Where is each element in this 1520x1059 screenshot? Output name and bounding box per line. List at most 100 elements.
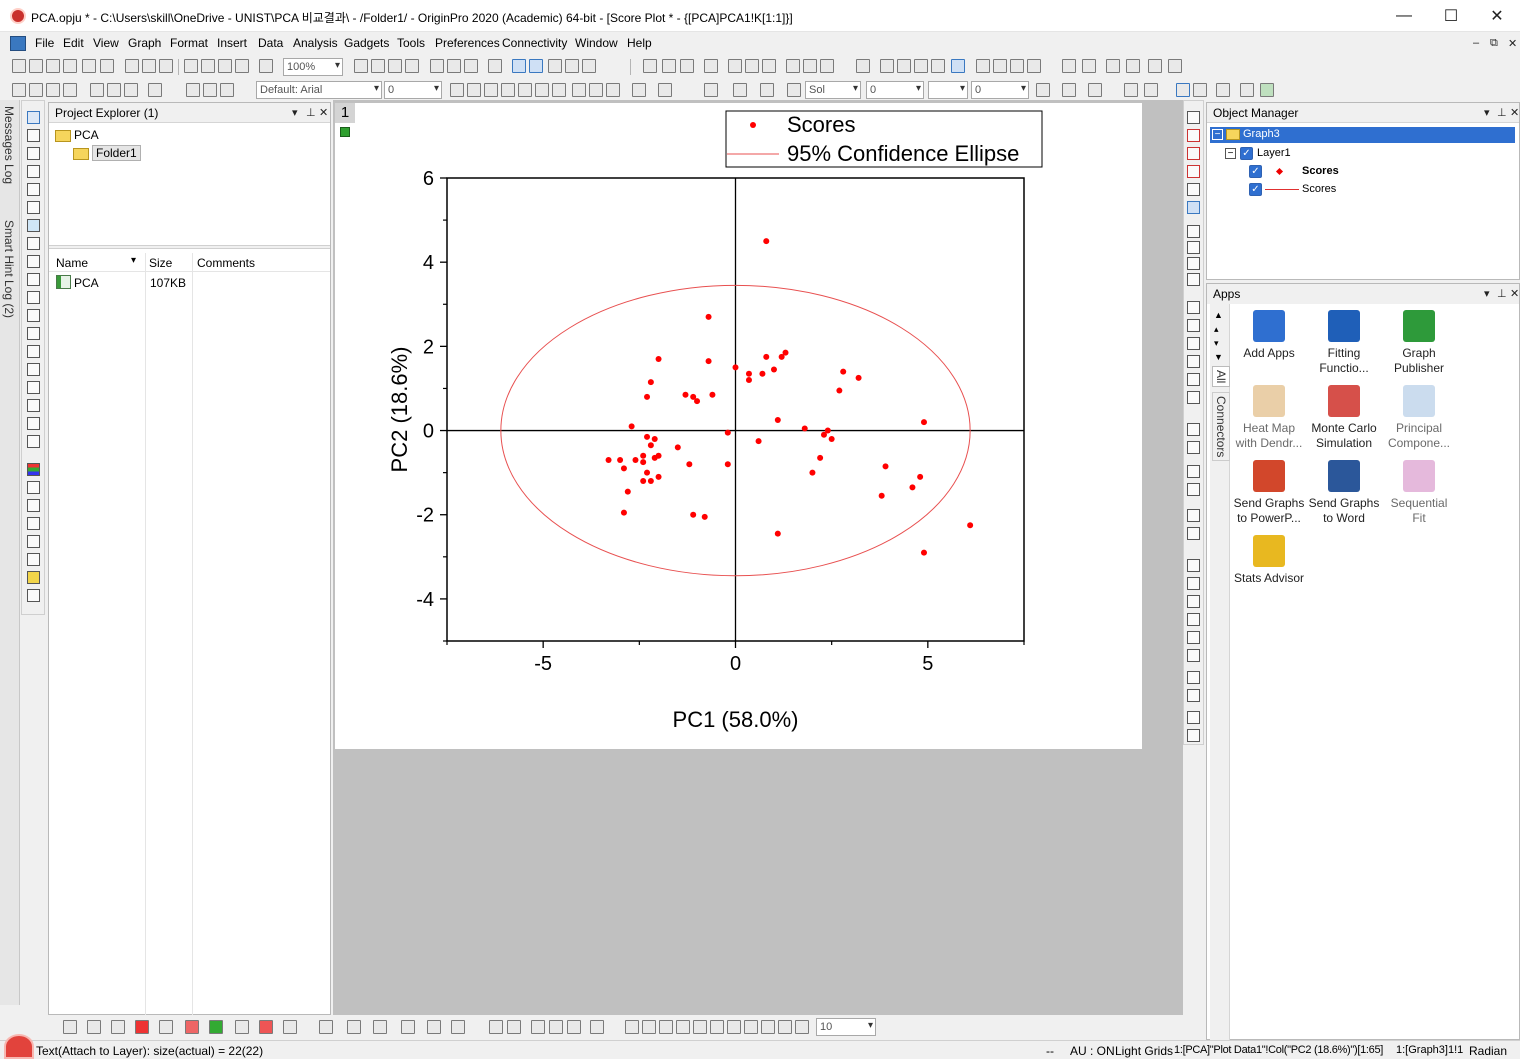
rectangle-tool-icon[interactable]: [27, 345, 40, 358]
mdi-minimize-button[interactable]: –: [1473, 37, 1479, 49]
print-icon[interactable]: [354, 59, 368, 73]
insert-image-icon[interactable]: [27, 399, 40, 412]
app-heat-map[interactable]: Heat Map with Dendr...: [1231, 385, 1307, 451]
reader-j-icon[interactable]: [778, 1020, 792, 1034]
scroll-down-icon-2[interactable]: ▼: [1214, 352, 1223, 362]
subscript-icon[interactable]: [518, 83, 532, 97]
move-to-last-icon[interactable]: [1027, 59, 1041, 73]
status-autoupdate[interactable]: AU : ON: [1070, 1044, 1115, 1058]
pattern-select[interactable]: [928, 81, 968, 99]
scroll-up-icon-2[interactable]: ▴: [1214, 324, 1219, 335]
front-icon[interactable]: [1187, 671, 1200, 684]
arrange-layers-icon[interactable]: [401, 1020, 415, 1034]
status-grids[interactable]: Light Grids: [1115, 1044, 1173, 1058]
line-style-select[interactable]: Sol: [805, 81, 861, 99]
refresh-graph-icon[interactable]: [1187, 183, 1200, 196]
new-legend-icon[interactable]: [27, 517, 40, 530]
polar-plot-icon[interactable]: [235, 1020, 249, 1034]
rescale-icon[interactable]: [1187, 111, 1200, 124]
filter-icon[interactable]: [786, 59, 800, 73]
pin-icon[interactable]: ⊥: [306, 106, 316, 119]
tree-plot-node-scatter[interactable]: ✓ Scores: [1249, 164, 1449, 180]
zoom-in-icon[interactable]: [27, 129, 40, 142]
rescale-y-icon[interactable]: [1187, 147, 1200, 160]
worksheet-template-icon[interactable]: [29, 83, 43, 97]
line-plot-icon[interactable]: [728, 59, 742, 73]
axis-bottom-icon[interactable]: [1187, 319, 1200, 332]
scale-in-icon[interactable]: [549, 1020, 563, 1034]
layer-fill-icon[interactable]: [451, 1020, 465, 1034]
column-statistics-icon[interactable]: [662, 59, 676, 73]
arrow-tool-icon[interactable]: [27, 309, 40, 322]
object-manager-toggle-icon[interactable]: [512, 59, 526, 73]
paste-icon[interactable]: [220, 83, 234, 97]
scale-out-icon[interactable]: [567, 1020, 581, 1034]
tree-plot-node-line[interactable]: ✓ Scores: [1249, 182, 1449, 198]
layer-2-icon[interactable]: [1187, 241, 1200, 254]
magnifier-icon[interactable]: [531, 1020, 545, 1034]
messages-log-tab[interactable]: Messages Log: [2, 106, 16, 184]
status-angle-unit[interactable]: Radian: [1469, 1044, 1507, 1058]
apps-icon[interactable]: [548, 59, 562, 73]
reader-g-icon[interactable]: [727, 1020, 741, 1034]
scatter-plot-icon[interactable]: [87, 1020, 101, 1034]
fit-page-icon[interactable]: [1187, 201, 1200, 214]
collapse-icon[interactable]: −: [1225, 148, 1236, 159]
merge-icon[interactable]: [1124, 83, 1138, 97]
tile-icon[interactable]: [124, 83, 138, 97]
new-function-icon[interactable]: [100, 59, 114, 73]
set-error-icon[interactable]: [931, 59, 945, 73]
cut-icon[interactable]: [186, 83, 200, 97]
export-icon[interactable]: [590, 1020, 604, 1034]
bar-plot-icon[interactable]: [745, 59, 759, 73]
score-plot-chart[interactable]: -5 0 5 -4 -2 0 2 4 6 PC1 (58.0%) PC2 (18.6%) Scores…: [335, 103, 1142, 749]
new-project-icon[interactable]: [12, 59, 26, 73]
explorer-splitter[interactable]: [49, 245, 330, 249]
menu-analysis[interactable]: Analysis: [293, 36, 338, 50]
close-button[interactable]: ✕: [1474, 0, 1520, 32]
message-log-toggle-icon[interactable]: [529, 59, 543, 73]
new-workbook-icon[interactable]: [46, 59, 60, 73]
add-inset-icon[interactable]: [427, 1020, 441, 1034]
table-icon[interactable]: [27, 589, 40, 602]
panel-menu-icon[interactable]: ▾: [1484, 106, 1490, 119]
document-icon[interactable]: [10, 36, 26, 51]
align-right-icon[interactable]: [1187, 441, 1200, 454]
distribute-h-icon[interactable]: [1187, 559, 1200, 572]
align-bottom-icon[interactable]: [1187, 483, 1200, 496]
back-icon[interactable]: [1187, 689, 1200, 702]
distribute-v-icon[interactable]: [1187, 577, 1200, 590]
zoom-panel-icon-2[interactable]: [507, 1020, 521, 1034]
greek-icon[interactable]: [552, 83, 566, 97]
menu-tools[interactable]: Tools: [397, 36, 425, 50]
new-graph-icon[interactable]: [63, 59, 77, 73]
date-time-icon[interactable]: [27, 553, 40, 566]
arrow-right-icon-2[interactable]: [1126, 59, 1140, 73]
column-header-comments[interactable]: Comments: [197, 256, 255, 270]
align-middle-icon[interactable]: [1187, 527, 1200, 540]
import-icon[interactable]: [259, 59, 273, 73]
region-select-icon[interactable]: [27, 237, 40, 250]
fill-color-icon[interactable]: [704, 83, 718, 97]
app-graph-publisher[interactable]: Graph Publisher: [1381, 310, 1457, 376]
line-plot-icon[interactable]: [63, 1020, 77, 1034]
border-icon[interactable]: [1062, 83, 1076, 97]
tree-root-pca[interactable]: PCA: [55, 128, 99, 142]
underline-icon[interactable]: [484, 83, 498, 97]
plot-checkbox[interactable]: ✓: [1249, 183, 1262, 196]
mdi-close-button[interactable]: ✕: [1508, 37, 1517, 50]
maximize-button[interactable]: ☐: [1428, 0, 1474, 32]
supersubscript-icon[interactable]: [535, 83, 549, 97]
histogram-icon[interactable]: [762, 59, 776, 73]
copy-icon[interactable]: [203, 83, 217, 97]
copy-format-icon[interactable]: [90, 83, 104, 97]
add-layer-icon[interactable]: [27, 417, 40, 430]
template-library-icon[interactable]: [319, 1020, 333, 1034]
annotation-icon[interactable]: [27, 201, 40, 214]
set-none-icon[interactable]: [951, 59, 965, 73]
mask-points-icon[interactable]: [27, 255, 40, 268]
minimize-button[interactable]: —: [1381, 0, 1427, 32]
text-tool-icon[interactable]: [27, 273, 40, 286]
reader-e-icon[interactable]: [693, 1020, 707, 1034]
pointer-icon[interactable]: [27, 111, 40, 124]
